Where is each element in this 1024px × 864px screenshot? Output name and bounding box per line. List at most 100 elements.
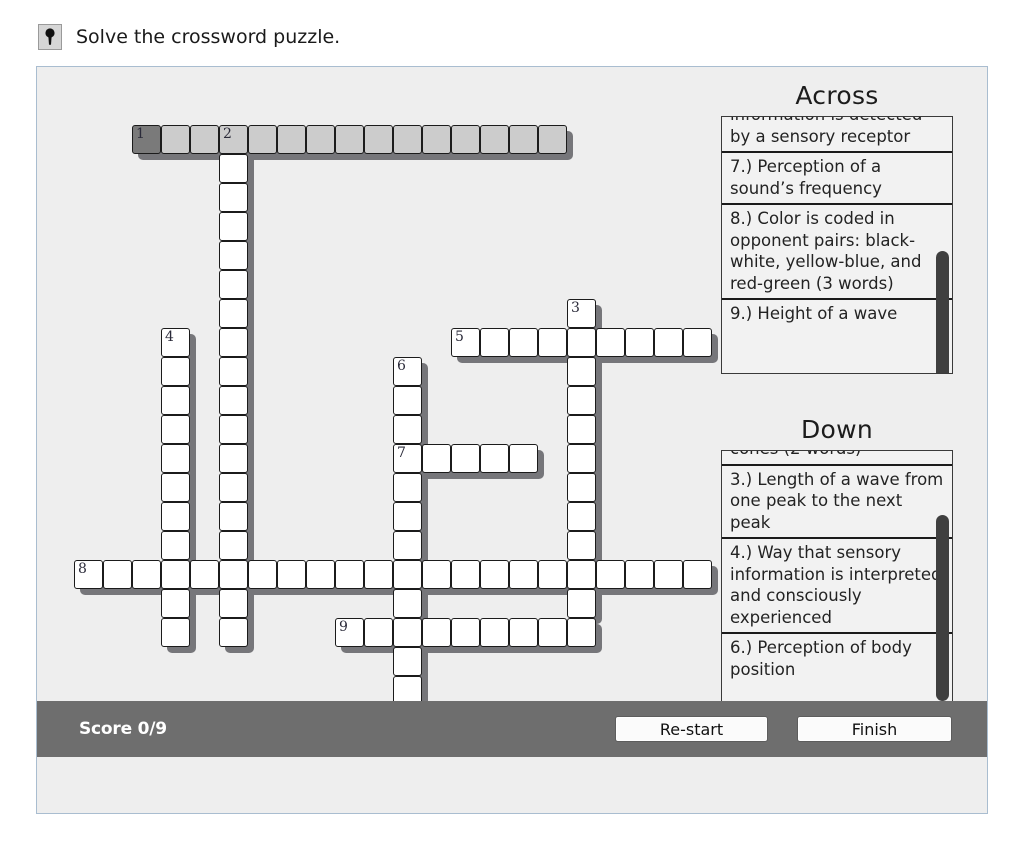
crossword-grid[interactable]: 1 2 4 5 3 6 7 8 9	[37, 67, 737, 757]
grid-cell[interactable]	[219, 357, 248, 386]
grid-cell[interactable]	[161, 357, 190, 386]
grid-cell[interactable]	[393, 647, 422, 676]
grid-cell[interactable]	[219, 415, 248, 444]
grid-cell[interactable]	[248, 125, 277, 154]
grid-cell[interactable]	[364, 560, 393, 589]
grid-cell[interactable]	[161, 125, 190, 154]
across-scrollbar[interactable]	[936, 251, 949, 373]
grid-cell[interactable]	[393, 415, 422, 444]
grid-cell[interactable]	[509, 125, 538, 154]
grid-cell[interactable]	[422, 444, 451, 473]
grid-cell[interactable]	[103, 560, 132, 589]
across-clue[interactable]: 9.) Height of a wave	[722, 300, 952, 329]
grid-cell[interactable]	[567, 328, 596, 357]
grid-cell[interactable]	[596, 328, 625, 357]
grid-cell[interactable]	[219, 299, 248, 328]
grid-cell[interactable]	[190, 125, 219, 154]
grid-cell[interactable]	[248, 560, 277, 589]
down-clue[interactable]: cones (2 words)	[722, 451, 952, 466]
grid-cell[interactable]	[219, 560, 248, 589]
grid-cell[interactable]	[625, 328, 654, 357]
grid-cell[interactable]	[161, 618, 190, 647]
grid-cell[interactable]	[567, 589, 596, 618]
grid-cell[interactable]	[480, 618, 509, 647]
grid-cell[interactable]	[161, 531, 190, 560]
grid-cell[interactable]	[625, 560, 654, 589]
down-clue[interactable]: 6.) Perception of body position	[722, 634, 952, 684]
grid-cell[interactable]	[219, 473, 248, 502]
grid-cell[interactable]	[567, 473, 596, 502]
grid-cell[interactable]	[567, 502, 596, 531]
grid-cell[interactable]	[161, 415, 190, 444]
grid-cell-4[interactable]: 4	[161, 328, 190, 357]
grid-cell[interactable]	[393, 560, 422, 589]
grid-cell[interactable]	[683, 328, 712, 357]
grid-cell[interactable]	[567, 415, 596, 444]
grid-cell[interactable]	[480, 125, 509, 154]
across-clue-box[interactable]: information is detected by a sensory rec…	[721, 116, 953, 374]
grid-cell[interactable]	[393, 618, 422, 647]
grid-cell[interactable]	[451, 444, 480, 473]
grid-cell[interactable]	[219, 386, 248, 415]
grid-cell[interactable]	[451, 618, 480, 647]
grid-cell[interactable]	[335, 125, 364, 154]
grid-cell[interactable]	[393, 589, 422, 618]
grid-cell[interactable]	[393, 473, 422, 502]
grid-cell-2[interactable]: 2	[219, 125, 248, 154]
grid-cell[interactable]	[567, 386, 596, 415]
grid-cell[interactable]	[219, 183, 248, 212]
grid-cell[interactable]	[654, 328, 683, 357]
grid-cell[interactable]	[364, 618, 393, 647]
grid-cell[interactable]	[219, 328, 248, 357]
grid-cell[interactable]	[277, 125, 306, 154]
down-clue-box[interactable]: cones (2 words)3.) Length of a wave from…	[721, 450, 953, 708]
grid-cell[interactable]	[480, 560, 509, 589]
grid-cell[interactable]	[219, 502, 248, 531]
grid-cell[interactable]	[480, 328, 509, 357]
grid-cell[interactable]	[335, 560, 364, 589]
grid-cell-9[interactable]: 9	[335, 618, 364, 647]
grid-cell[interactable]	[422, 125, 451, 154]
grid-cell[interactable]	[538, 125, 567, 154]
grid-cell[interactable]	[480, 444, 509, 473]
grid-cell[interactable]	[306, 125, 335, 154]
grid-cell[interactable]	[538, 618, 567, 647]
grid-cell[interactable]	[219, 531, 248, 560]
grid-cell[interactable]	[219, 154, 248, 183]
grid-cell[interactable]	[509, 328, 538, 357]
grid-cell-5[interactable]: 5	[451, 328, 480, 357]
grid-cell-7[interactable]: 7	[393, 444, 422, 473]
grid-cell[interactable]	[132, 560, 161, 589]
grid-cell[interactable]	[219, 212, 248, 241]
across-clue[interactable]: 8.) Color is coded in opponent pairs: bl…	[722, 205, 952, 300]
finish-button[interactable]: Finish	[797, 716, 952, 742]
across-clue[interactable]: 7.) Perception of a sound’s frequency	[722, 153, 952, 205]
grid-cell[interactable]	[306, 560, 335, 589]
grid-cell-1[interactable]: 1	[132, 125, 161, 154]
grid-cell[interactable]	[161, 502, 190, 531]
grid-cell[interactable]	[393, 502, 422, 531]
grid-cell-3[interactable]: 3	[567, 299, 596, 328]
grid-cell[interactable]	[509, 444, 538, 473]
grid-cell[interactable]	[364, 125, 393, 154]
grid-cell[interactable]	[567, 357, 596, 386]
grid-cell[interactable]	[393, 125, 422, 154]
grid-cell[interactable]	[219, 589, 248, 618]
grid-cell[interactable]	[219, 270, 248, 299]
grid-cell[interactable]	[219, 444, 248, 473]
grid-cell[interactable]	[538, 560, 567, 589]
down-clue[interactable]: 4.) Way that sensory information is inte…	[722, 539, 952, 634]
grid-cell[interactable]	[654, 560, 683, 589]
grid-cell[interactable]	[161, 589, 190, 618]
grid-cell-6[interactable]: 6	[393, 357, 422, 386]
grid-cell[interactable]	[393, 531, 422, 560]
restart-button[interactable]: Re-start	[615, 716, 768, 742]
grid-cell[interactable]	[567, 560, 596, 589]
grid-cell[interactable]	[509, 618, 538, 647]
grid-cell[interactable]	[161, 560, 190, 589]
grid-cell[interactable]	[219, 241, 248, 270]
grid-cell[interactable]	[422, 618, 451, 647]
down-scrollbar[interactable]	[936, 515, 949, 701]
grid-cell[interactable]	[393, 386, 422, 415]
grid-cell[interactable]	[538, 328, 567, 357]
